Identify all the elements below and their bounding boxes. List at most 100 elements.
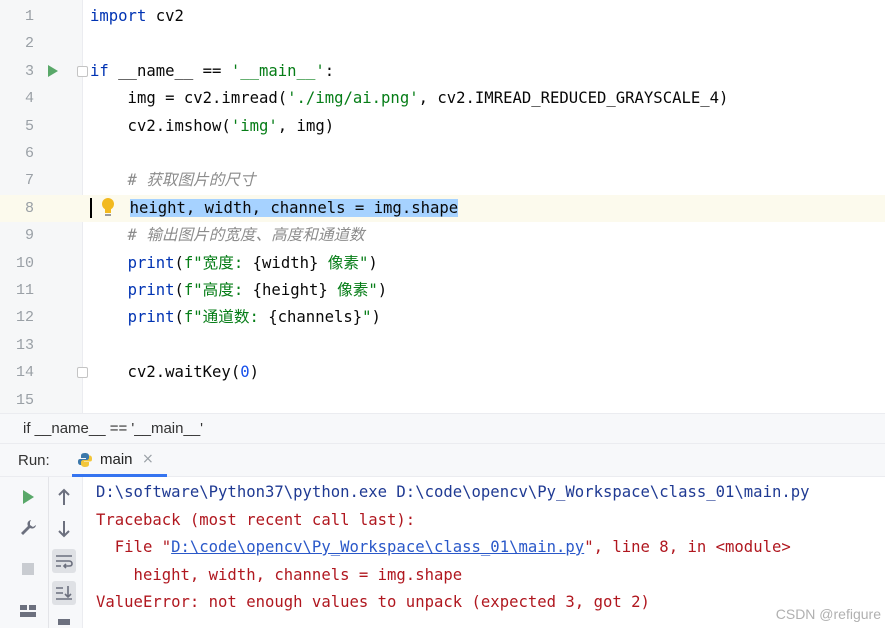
- layout-button[interactable]: [16, 599, 40, 623]
- line-number: 9: [24, 227, 34, 245]
- run-label: Run:: [18, 452, 50, 469]
- code-token: img = cv2.imread(: [90, 89, 288, 108]
- line-number: 14: [15, 364, 34, 382]
- code-token: print: [127, 308, 175, 327]
- print-icon: [58, 619, 70, 625]
- code-token: ): [377, 281, 388, 299]
- code-token: cv2.waitKey(: [90, 363, 241, 382]
- code-line-4[interactable]: 4 img = cv2.imread('./img/ai.png', cv2.I…: [0, 85, 885, 112]
- lightbulb-icon[interactable]: [101, 197, 115, 219]
- stop-icon: [22, 563, 34, 575]
- console-error-message: ValueError: not enough values to unpack …: [96, 593, 650, 611]
- code-token: ): [368, 253, 378, 272]
- code-line-13[interactable]: 13: [0, 332, 885, 359]
- soft-wrap-icon: [56, 555, 73, 569]
- print-button[interactable]: [52, 613, 76, 628]
- code-token: 0: [240, 363, 250, 382]
- run-console[interactable]: D:\software\Python37\python.exe D:\code\…: [83, 477, 885, 628]
- code-token: ): [249, 363, 259, 382]
- code-line-6[interactable]: 6: [0, 140, 885, 167]
- line-number: 10: [15, 254, 34, 272]
- code-token: f"高度:: [183, 281, 253, 299]
- code-line-10[interactable]: 10 print(f"宽度: {width} 像素"): [0, 250, 885, 277]
- line-number: 8: [24, 199, 34, 217]
- soft-wrap-button[interactable]: [52, 549, 76, 573]
- fold-end-marker-icon[interactable]: [77, 367, 88, 379]
- close-icon[interactable]: ×: [142, 451, 154, 467]
- line-number: 5: [24, 117, 34, 135]
- code-comment: # 获取图片的尺寸: [90, 171, 256, 190]
- line-number: 7: [24, 172, 34, 190]
- layout-icon: [20, 605, 36, 617]
- code-line-8-current[interactable]: 8 height, width, channels = img.shape: [0, 194, 885, 223]
- code-token: , cv2.IMREAD_REDUCED_GRAYSCALE_4): [418, 89, 729, 108]
- tab-main-label: main: [100, 451, 133, 468]
- code-token: (: [174, 281, 184, 299]
- line-number: 4: [24, 90, 34, 108]
- wrench-icon: [21, 520, 36, 535]
- line-number: 15: [15, 391, 34, 409]
- code-line-15[interactable]: 15: [0, 387, 885, 413]
- line-number: 13: [15, 336, 34, 354]
- selected-code[interactable]: height, width, channels = img.shape: [129, 198, 459, 217]
- code-token: cv2: [146, 7, 184, 25]
- code-line-1[interactable]: 1 import cv2: [0, 3, 885, 30]
- tab-main[interactable]: main ×: [72, 444, 167, 477]
- code-line-14[interactable]: 14 cv2.waitKey(0): [0, 359, 885, 386]
- code-line-9[interactable]: 9 # 输出图片的宽度、高度和通道数: [0, 222, 885, 249]
- code-token: 像素": [318, 253, 369, 272]
- line-number: 1: [24, 8, 34, 25]
- rerun-button[interactable]: [16, 485, 40, 509]
- code-token: import: [90, 7, 147, 25]
- console-traceback-code: height, width, channels = img.shape: [96, 565, 463, 584]
- code-token: 'img': [230, 116, 278, 135]
- watermark: CSDN @refigure: [775, 606, 881, 622]
- traceback-file-prefix: File ": [96, 538, 172, 556]
- code-line-7[interactable]: 7 # 获取图片的尺寸: [0, 167, 885, 194]
- run-arrow-icon[interactable]: [48, 64, 58, 77]
- scroll-down-button[interactable]: [52, 517, 76, 541]
- code-editor[interactable]: 1 import cv2 2 3 if __name__ == '__main_…: [0, 0, 885, 413]
- settings-button[interactable]: [16, 515, 40, 539]
- scroll-to-end-icon: [56, 586, 72, 600]
- code-token: , img): [277, 116, 335, 135]
- python-icon: [78, 453, 92, 467]
- breadcrumb[interactable]: if __name__ == '__main__': [0, 413, 885, 444]
- code-line-3[interactable]: 3 if __name__ == '__main__':: [0, 58, 885, 85]
- code-token: {channels}: [268, 308, 363, 327]
- code-comment: # 输出图片的宽度、高度和通道数: [90, 226, 365, 245]
- code-token: :: [324, 61, 335, 80]
- code-line-5[interactable]: 5 cv2.imshow('img', img): [0, 113, 885, 140]
- stop-button[interactable]: [16, 557, 40, 581]
- scroll-up-button[interactable]: [52, 485, 76, 509]
- breadcrumb-item[interactable]: if __name__ == '__main__': [23, 420, 203, 437]
- code-line-12[interactable]: 12 print(f"通道数: {channels}"): [0, 304, 885, 331]
- line-number: 3: [24, 62, 34, 80]
- arrow-down-icon: [58, 521, 70, 538]
- traceback-file-link[interactable]: D:\code\opencv\Py_Workspace\class_01\mai…: [171, 538, 584, 556]
- code-token: 像素": [327, 281, 378, 299]
- code-token: './img/ai.png': [287, 89, 419, 108]
- code-token: print: [127, 253, 175, 272]
- code-line-2[interactable]: 2: [0, 30, 885, 57]
- arrow-up-icon: [58, 488, 70, 505]
- fold-marker-icon[interactable]: [77, 65, 88, 77]
- traceback-file-suffix: ", line 8, in <module>: [584, 538, 791, 556]
- code-token: ): [371, 308, 381, 327]
- play-icon: [23, 490, 34, 504]
- code-token: {height}: [252, 281, 328, 299]
- code-token: (: [174, 253, 184, 272]
- scroll-to-end-button[interactable]: [52, 581, 76, 605]
- line-number: 11: [15, 282, 34, 299]
- code-token: print: [127, 281, 175, 299]
- console-traceback-header: Traceback (most recent call last):: [96, 510, 416, 529]
- code-token: if: [90, 61, 109, 80]
- code-token: f"宽度:: [183, 253, 253, 272]
- code-line-11[interactable]: 11 print(f"高度: {height} 像素"): [0, 277, 885, 304]
- code-token: cv2.imshow(: [90, 116, 231, 135]
- code-token: (: [174, 308, 184, 327]
- line-number: 6: [24, 145, 34, 162]
